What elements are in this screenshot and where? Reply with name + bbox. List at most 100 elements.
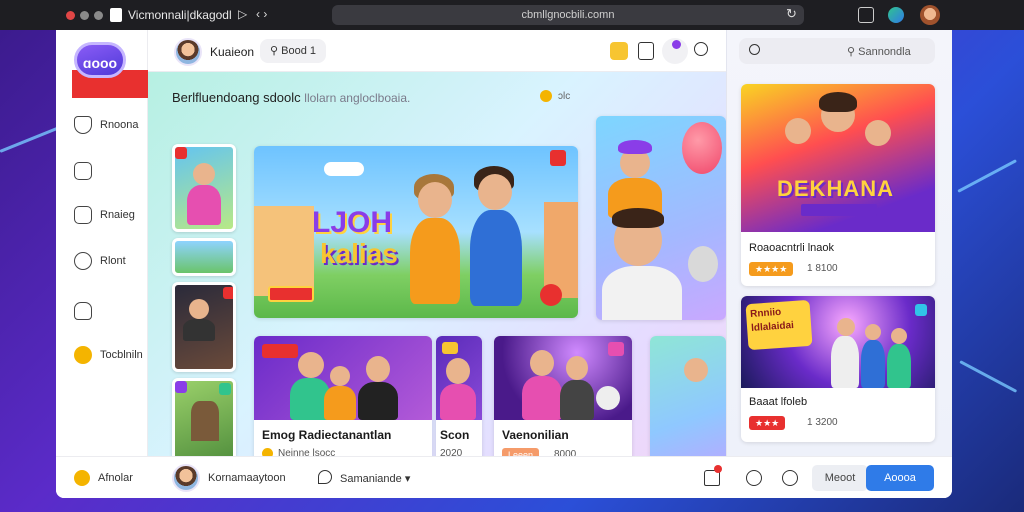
phone-icon[interactable] <box>638 42 654 60</box>
thumbnail-2[interactable] <box>172 238 236 276</box>
chat-icon[interactable] <box>318 470 332 484</box>
sidebar-item-label: Tocblniln <box>100 349 143 361</box>
character-body <box>887 344 911 388</box>
card-image <box>254 336 432 420</box>
rating-stars: ★★★★ <box>749 262 794 276</box>
profile-avatar[interactable] <box>920 5 940 25</box>
status-pill[interactable]: ⚲ Bood 1 <box>260 39 326 63</box>
card-title: Scon <box>440 428 470 442</box>
character-body <box>183 319 215 341</box>
background-streak <box>957 159 1017 193</box>
hero-title-line1: LJOH <box>312 206 393 239</box>
character-body <box>470 210 522 306</box>
character-head <box>366 356 390 382</box>
sidebar-item-home[interactable] <box>74 162 100 180</box>
character-body <box>831 336 859 388</box>
maximize-window-button[interactable] <box>94 11 103 20</box>
section-subtitle: llolarn angloclboaia. <box>304 91 411 105</box>
share-icon[interactable] <box>540 284 562 306</box>
character-body <box>410 218 460 304</box>
character-cap <box>618 140 652 154</box>
app-logo[interactable]: ɑooo <box>74 42 126 78</box>
account-icon[interactable] <box>694 42 708 56</box>
play-icon[interactable]: ▷ <box>238 7 247 21</box>
secondary-button[interactable]: Meoot <box>812 465 868 491</box>
sidebar-item-bookmark[interactable] <box>74 302 100 320</box>
sidebar-item-shield[interactable]: Rnoona <box>74 116 139 134</box>
footer-dropdown[interactable]: Samaniande ▾ <box>340 472 410 485</box>
character-head <box>478 174 512 210</box>
character-hair <box>819 92 857 112</box>
right-card-2[interactable]: Rnniio ldlalaidai Baaat lfoleb ★★★ 1 320… <box>741 296 935 442</box>
card-title: Emog Radiectanantlan <box>262 428 392 442</box>
pill-label: Bood 1 <box>281 45 316 57</box>
character-head <box>891 328 907 344</box>
home-icon[interactable] <box>704 465 722 486</box>
promo-tile[interactable] <box>650 336 726 472</box>
character-head <box>785 118 811 144</box>
card-badge <box>608 342 624 356</box>
home-icon <box>74 162 92 180</box>
thumbnail-badge <box>223 287 233 299</box>
card-image-ribbon <box>801 204 877 216</box>
search-placeholder: ⚲ Sannondla <box>847 46 911 58</box>
hero-banner[interactable]: LJOH kalias <box>254 146 578 318</box>
extension-icon[interactable] <box>888 7 904 23</box>
balloon-shape <box>682 122 722 174</box>
banner-badge <box>550 150 566 166</box>
banner-tag <box>268 286 314 302</box>
primary-button[interactable]: Aoooa <box>866 465 934 491</box>
content-card-1[interactable]: Emog Radiectanantlan Neinne lsocc <box>254 336 432 472</box>
character-body <box>522 376 562 420</box>
url-bar[interactable]: cbmllgnocbili.comn <box>332 5 804 25</box>
character-head <box>418 182 452 218</box>
sidebar-item-smile[interactable]: Rlont <box>74 252 126 270</box>
right-card-1[interactable]: DEKHANA Roaoacntrli lnaok ★★★★ 1 8100 <box>741 84 935 286</box>
content-card-3[interactable]: Vaenonilian Leeen 8000 <box>494 336 632 472</box>
footer-label: Afnolar <box>98 472 133 484</box>
app-window: ɑooo Rnoona Rnaieg Rlont Tocblniln Kuaie <box>56 30 952 498</box>
character-head <box>688 246 718 282</box>
card-title: Roaoacntrli lnaok <box>749 242 834 254</box>
footer-user-avatar[interactable] <box>172 464 200 492</box>
footer-bar: Afnolar Kornamaaytoon Samaniande ▾ Meoot… <box>56 456 952 498</box>
character-body <box>602 266 682 320</box>
character-head <box>189 299 209 319</box>
feature-image[interactable] <box>596 116 726 320</box>
content-card-2[interactable]: Scon 2020 <box>436 336 482 472</box>
bookmark-icon <box>74 302 92 320</box>
search-input[interactable]: ⚲ Sannondla <box>739 38 935 64</box>
close-window-button[interactable] <box>66 11 75 20</box>
tabs-icon[interactable] <box>858 7 874 23</box>
thumbnail-1[interactable] <box>172 144 236 232</box>
building-shape <box>191 401 219 441</box>
character-head <box>865 324 881 340</box>
hero-title-line2: kalias <box>320 238 398 269</box>
user-avatar[interactable] <box>174 38 202 66</box>
coin-icon <box>74 346 92 364</box>
smile-icon <box>74 252 92 270</box>
character-head <box>596 386 620 410</box>
location-icon[interactable] <box>746 470 762 486</box>
coin-badge-icon[interactable] <box>610 42 628 60</box>
refresh-icon[interactable] <box>782 470 798 486</box>
card-image-title: DEKHANA <box>777 176 894 201</box>
sidebar-item-label: Rlont <box>100 255 126 267</box>
notification-dot-icon <box>672 40 681 49</box>
reload-icon[interactable]: ↻ <box>786 6 797 22</box>
nav-arrows-icon[interactable]: ‹ › <box>256 7 267 21</box>
minimize-window-button[interactable] <box>80 11 89 20</box>
character-head <box>865 120 891 146</box>
character-hair <box>612 208 664 228</box>
sidebar-item-coin[interactable]: Tocblniln <box>74 346 143 364</box>
pill-icon: ⚲ <box>270 45 282 57</box>
thumbnail-3[interactable] <box>172 282 236 372</box>
sidebar-item-label: Rnaieg <box>100 209 135 221</box>
card-title: Vaenonilian <box>502 428 569 442</box>
card-image <box>494 336 632 420</box>
sidebar-item-gift[interactable]: Rnaieg <box>74 206 135 224</box>
notification-button[interactable] <box>662 38 688 64</box>
shield-icon <box>74 116 92 134</box>
card-image <box>436 336 482 420</box>
card-image: Rnniio ldlalaidai <box>741 296 935 388</box>
